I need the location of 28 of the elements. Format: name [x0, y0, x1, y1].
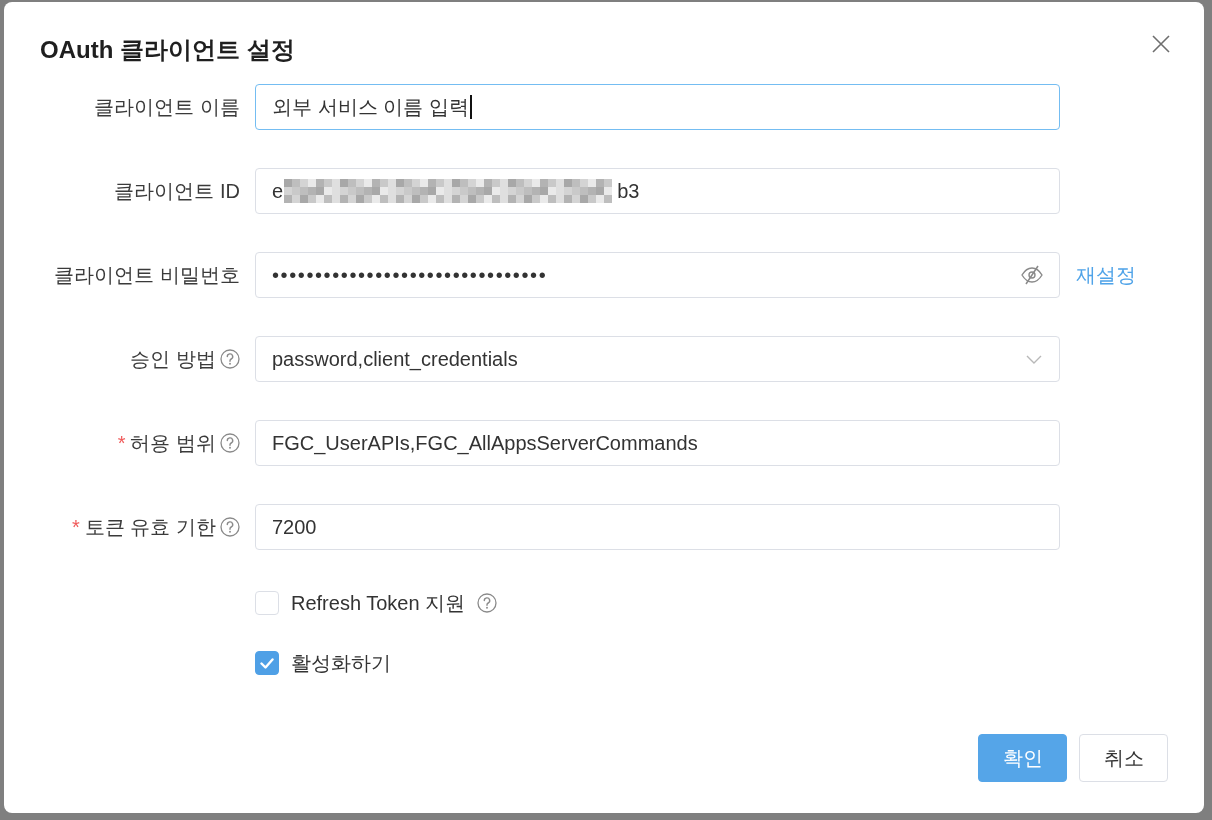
text-field[interactable]: FGC_UserAPIs,FGC_AllAppsServerCommands [255, 420, 1060, 466]
field-label: 클라이언트 이름 [94, 94, 240, 120]
dropdown[interactable]: password,client_credentials [255, 336, 1060, 382]
close-icon[interactable] [1152, 35, 1170, 53]
field-label: 클라이언트 비밀번호 [54, 262, 240, 288]
text-cursor-icon [469, 95, 472, 119]
checkmark-icon [260, 657, 274, 669]
text-field[interactable]: 외부 서비스 이름 입력 [255, 84, 1060, 130]
required-mark: * [117, 431, 126, 455]
field-label: 승인 방법 [130, 346, 216, 372]
chevron-down-icon[interactable] [1026, 354, 1042, 364]
text-field[interactable]: e b3 [255, 168, 1060, 214]
password-field[interactable]: •••••••••••••••••••••••••••••••• [255, 252, 1060, 298]
required-mark: * [72, 515, 80, 539]
field-label: 토큰 유효 기한 [84, 514, 216, 540]
help-icon[interactable] [220, 433, 240, 453]
checkbox-label[interactable]: Refresh Token 지원 [291, 589, 466, 617]
dialog-title: OAuth 클라이언트 설정 [40, 35, 295, 65]
text-field[interactable]: 7200 [255, 504, 1060, 550]
checkbox[interactable] [255, 651, 279, 675]
help-icon[interactable] [477, 593, 498, 613]
field-label: 클라이언트 ID [114, 178, 240, 204]
field-label: 허용 범위 [130, 430, 216, 456]
cancel-button[interactable]: 취소 [1079, 734, 1168, 782]
eye-slash-icon[interactable] [1021, 265, 1043, 285]
help-icon[interactable] [220, 349, 240, 369]
help-icon[interactable] [220, 517, 240, 537]
checkbox-label[interactable]: 활성화하기 [291, 649, 391, 677]
